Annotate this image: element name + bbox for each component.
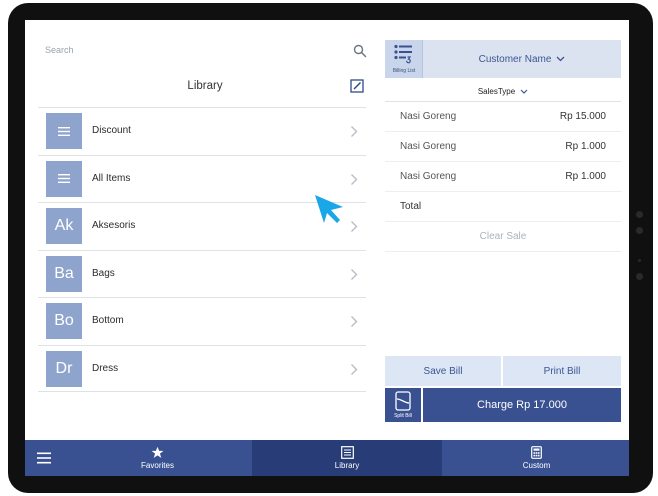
split-bill-button[interactable]: Split Bill: [385, 388, 421, 422]
bill-item-name: Nasi Goreng: [400, 111, 457, 122]
chevron-right-icon: [351, 221, 358, 232]
search-input[interactable]: Search: [45, 45, 74, 55]
list-item-tile: Bo: [46, 303, 82, 339]
list-item-tile: Dr: [46, 350, 82, 387]
list-item-bags[interactable]: Ba Bags: [38, 249, 366, 298]
bill-item-row[interactable]: Nasi Goreng Rp 1.000: [385, 162, 621, 192]
bottom-nav: Favorites Library Custom: [25, 440, 629, 476]
tablet-frame: Search Library Discount All Items Ak Aks…: [8, 3, 653, 493]
chevron-right-icon: [351, 126, 358, 137]
chevron-right-icon: [351, 173, 358, 185]
bill-item-row[interactable]: Nasi Goreng Rp 1.000: [385, 132, 621, 162]
billing-list-label: Billing List: [392, 68, 416, 74]
chevron-right-icon: [351, 268, 358, 280]
tab-custom[interactable]: Custom: [444, 440, 629, 476]
sales-type-label: SalesType: [477, 87, 516, 96]
list-item-label: Dress: [92, 362, 119, 374]
print-bill-button[interactable]: Print Bill: [503, 356, 621, 386]
menu-lines-icon: [58, 126, 70, 136]
star-icon: [151, 446, 164, 458]
bill-item-name: Nasi Goreng: [400, 171, 457, 182]
bill-item-name: Nasi Goreng: [400, 141, 457, 152]
customer-name-label: Customer Name: [478, 53, 552, 65]
split-bill-label: Split Bill: [394, 413, 412, 419]
list-item-label: Discount: [92, 125, 131, 136]
camera-dot: [636, 211, 643, 218]
search-icon[interactable]: [353, 44, 367, 58]
sensor-dot: [636, 227, 643, 234]
tab-label: Custom: [522, 461, 551, 470]
sensor-dot: [638, 259, 641, 262]
billing-list-icon: [394, 44, 412, 64]
list-item-bottom[interactable]: Bo Bottom: [38, 297, 366, 345]
save-bill-button[interactable]: Save Bill: [385, 356, 501, 386]
billing-list-button[interactable]: Billing List: [385, 40, 423, 78]
clear-sale-button[interactable]: Clear Sale: [385, 222, 621, 252]
bill-panel: Billing List Customer Name SalesType Nas…: [385, 20, 629, 440]
bill-item-row[interactable]: Nasi Goreng Rp 15.000: [385, 102, 621, 132]
bill-header: Billing List Customer Name: [385, 40, 621, 78]
list-item-dress[interactable]: Dr Dress: [38, 344, 366, 392]
list-item-label: Aksesoris: [92, 220, 136, 231]
bill-item-price: Rp 1.000: [565, 141, 606, 152]
list-item-label: All Items: [92, 172, 131, 184]
total-label: Total: [400, 201, 422, 212]
page-title: Library: [187, 80, 223, 92]
list-item-label: Bottom: [92, 315, 124, 326]
list-item-tile: Ak: [46, 208, 82, 244]
library-panel: Search Library Discount All Items Ak Aks…: [25, 20, 379, 440]
bill-item-price: Rp 15.000: [559, 111, 606, 122]
calculator-icon: [531, 446, 542, 459]
list-item-tile: [46, 160, 82, 197]
chevron-right-icon: [351, 316, 358, 327]
sales-type-selector[interactable]: SalesType: [385, 82, 621, 102]
list-item-label: Bags: [92, 267, 115, 279]
chevron-right-icon: [351, 363, 358, 375]
tab-label: Library: [334, 461, 360, 470]
search-bar[interactable]: Search: [39, 40, 369, 64]
sensor-dot: [636, 273, 643, 280]
tab-library[interactable]: Library: [252, 440, 442, 476]
total-row: Total: [385, 192, 621, 222]
library-list-icon: [340, 446, 354, 459]
tab-label: Favorites: [141, 461, 174, 470]
customer-name-selector[interactable]: Customer Name: [423, 40, 621, 78]
list-item-discount[interactable]: Discount: [38, 107, 366, 155]
split-bill-icon: [395, 391, 411, 411]
app-screen: Search Library Discount All Items Ak Aks…: [25, 20, 629, 476]
bill-item-price: Rp 1.000: [565, 171, 606, 182]
pointer-cursor-icon: [315, 195, 343, 223]
list-item-tile: [46, 113, 82, 149]
library-list: Discount All Items Ak Aksesoris Ba Bags …: [38, 107, 366, 392]
hamburger-menu-icon[interactable]: [37, 452, 51, 464]
chevron-down-icon: [556, 56, 565, 62]
tab-favorites[interactable]: Favorites: [65, 440, 250, 476]
menu-lines-icon: [58, 174, 70, 183]
list-item-tile: Ba: [46, 255, 82, 292]
charge-button[interactable]: Charge Rp 17.000: [423, 388, 621, 422]
edit-icon[interactable]: [350, 79, 364, 93]
chevron-down-icon: [520, 89, 528, 94]
